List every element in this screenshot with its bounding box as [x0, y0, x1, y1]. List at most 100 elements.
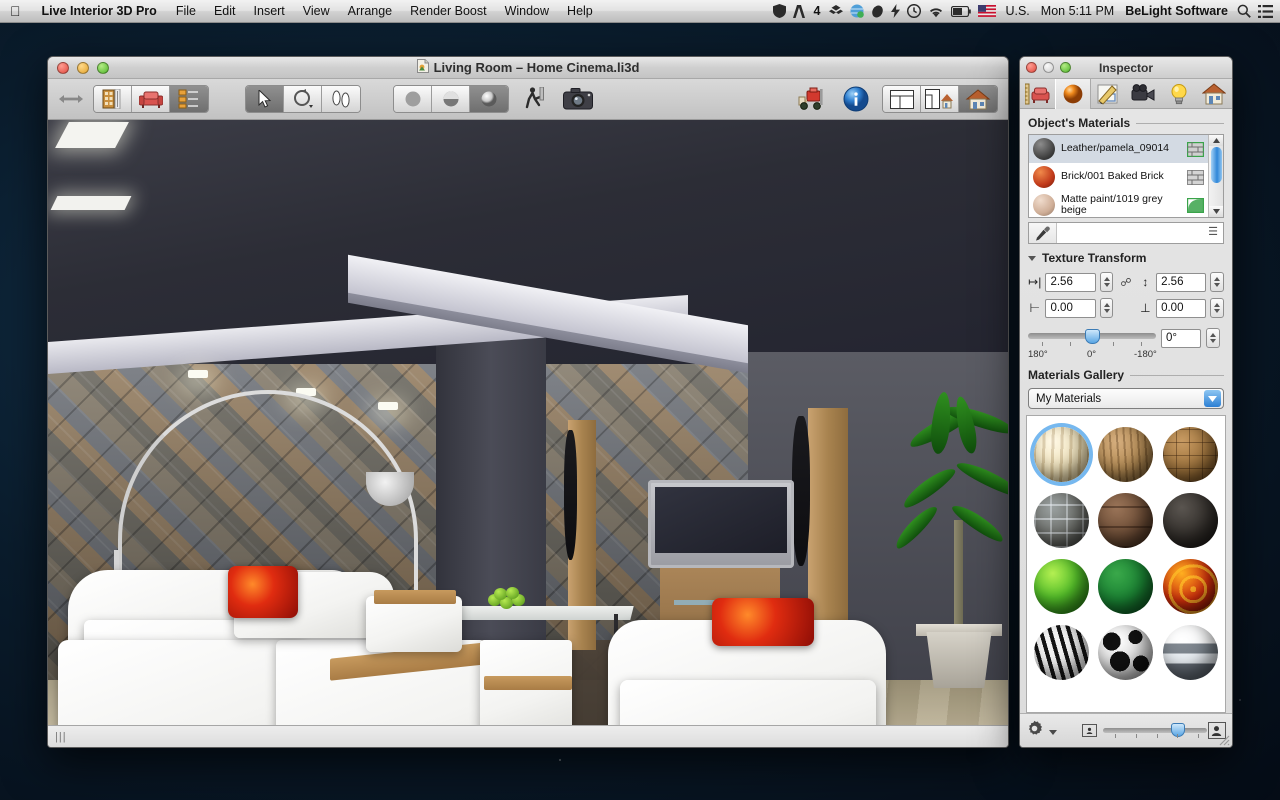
material-list-row[interactable]: Leather/pamela_09014 [1029, 135, 1208, 163]
material-list-row[interactable]: Brick/001 Baked Brick [1029, 163, 1208, 191]
texture-transform-header[interactable]: Texture Transform [1020, 244, 1232, 269]
menu-item-edit[interactable]: Edit [205, 4, 245, 18]
wifi-icon[interactable] [928, 5, 944, 18]
texture-height-input[interactable]: 2.56 [1156, 272, 1207, 292]
scrollbar-thumb[interactable] [1211, 147, 1222, 183]
texture-offset-x-input[interactable]: 0.00 [1045, 298, 1096, 318]
time-machine-icon[interactable] [907, 4, 922, 18]
texture-rotation-input[interactable]: 0° [1161, 328, 1201, 348]
texture-height-stepper[interactable] [1210, 272, 1224, 292]
menu-item-file[interactable]: File [167, 4, 205, 18]
view-split-view-button[interactable] [921, 86, 959, 112]
material-eyedropper-bar[interactable]: ☰ [1028, 222, 1224, 244]
gallery-swatch-oak-wood[interactable] [1098, 425, 1155, 483]
disclosure-triangle-down[interactable] [1028, 255, 1036, 261]
forklift-export-icon[interactable] [796, 84, 830, 114]
scroll-up-arrow[interactable] [1209, 135, 1223, 146]
chevron-down-icon[interactable] [1204, 390, 1221, 407]
tool-walk-button[interactable] [322, 86, 360, 112]
sync-globe-icon[interactable] [850, 4, 865, 18]
info-button-icon[interactable] [839, 84, 873, 114]
menu-item-view[interactable]: View [294, 4, 339, 18]
view-3d-button[interactable] [959, 86, 997, 112]
flash-icon[interactable] [891, 4, 901, 18]
gallery-swatch-parquet-wood[interactable] [1162, 425, 1219, 483]
tab-building[interactable] [1197, 79, 1232, 109]
materials-list-scrollbar[interactable] [1208, 135, 1223, 217]
library-furniture-button[interactable] [132, 86, 170, 112]
notification-list-icon[interactable] [1258, 4, 1273, 18]
apple-logo-icon[interactable]:  [0, 4, 32, 18]
gear-options-icon[interactable] [1026, 720, 1043, 742]
options-lines-icon[interactable]: ☰ [1208, 227, 1223, 238]
materials-gallery-grid[interactable] [1026, 415, 1226, 713]
tool-orbit-button[interactable] [284, 86, 322, 112]
input-source-label[interactable]: U.S. [1003, 4, 1031, 18]
texture-rotation-stepper[interactable] [1206, 328, 1220, 348]
menu-item-arrange[interactable]: Arrange [339, 4, 401, 18]
gallery-swatch-light-wood[interactable] [1033, 425, 1090, 483]
tab-drawing[interactable] [1091, 79, 1126, 109]
texture-offset-y-input[interactable]: 0.00 [1156, 298, 1207, 318]
thumbnail-size-slider[interactable] [1102, 722, 1207, 740]
gallery-swatch-leather-brown[interactable] [1098, 491, 1155, 549]
resize-arrows-icon[interactable] [58, 87, 84, 111]
battery-icon[interactable] [951, 5, 972, 17]
menu-app-name[interactable]: Live Interior 3D Pro [32, 4, 167, 18]
inspector-titlebar[interactable]: Inspector [1020, 57, 1232, 79]
viewport-3d-render[interactable] [48, 120, 1008, 725]
texture-offset-y-stepper[interactable] [1210, 298, 1224, 318]
leaf-icon[interactable] [871, 5, 884, 18]
materials-library-dropdown[interactable]: My Materials [1028, 388, 1224, 409]
library-building-button[interactable] [94, 86, 132, 112]
drag-grip-icon[interactable]: ||| [55, 731, 67, 743]
us-flag-icon[interactable] [978, 5, 997, 17]
gallery-swatch-stone-wall[interactable] [1033, 491, 1090, 549]
search-icon[interactable] [1237, 4, 1251, 18]
chevron-down-icon[interactable] [1049, 722, 1057, 740]
menu-item-window[interactable]: Window [496, 4, 558, 18]
gallery-swatch-zebra-print[interactable] [1033, 623, 1090, 681]
texture-brick-icon[interactable] [1186, 141, 1205, 157]
material-list-row[interactable]: Matte paint/1019 grey beige [1029, 191, 1208, 217]
menu-item-insert[interactable]: Insert [245, 4, 294, 18]
render-phong-button[interactable] [470, 86, 508, 112]
user-name[interactable]: BeLight Software [1123, 4, 1230, 18]
tab-materials[interactable] [1055, 78, 1091, 109]
airplay-icon[interactable] [792, 4, 805, 18]
object-materials-list[interactable]: Leather/pamela_09014 Brick/001 Baked Bri… [1028, 134, 1224, 218]
gallery-swatch-dark-green[interactable] [1098, 557, 1155, 615]
tab-camera[interactable] [1126, 79, 1161, 109]
menu-item-render-boost[interactable]: Render Boost [401, 4, 495, 18]
camera-icon[interactable] [561, 84, 595, 114]
gallery-swatch-cow-print[interactable] [1098, 623, 1155, 681]
clock[interactable]: Mon 5:11 PM [1039, 4, 1116, 18]
menu-item-help[interactable]: Help [558, 4, 602, 18]
window-titlebar[interactable]: Living Room – Home Cinema.li3d [48, 57, 1008, 79]
dropbox-icon[interactable] [829, 4, 844, 18]
texture-offset-x-stepper[interactable] [1099, 298, 1114, 318]
link-chain-icon[interactable]: ☍ [1117, 276, 1134, 289]
gallery-swatch-dark-asphalt[interactable] [1162, 491, 1219, 549]
gallery-swatch-fire-lava[interactable] [1162, 557, 1219, 615]
eyedropper-icon[interactable] [1029, 223, 1057, 243]
shield-icon[interactable] [772, 4, 786, 18]
scroll-down-arrow[interactable] [1209, 206, 1223, 217]
walking-person-icon[interactable] [518, 84, 552, 114]
view-2d-plan-button[interactable] [883, 86, 921, 112]
tool-select-button[interactable] [246, 86, 284, 112]
tab-object[interactable] [1020, 79, 1055, 109]
texture-paint-icon[interactable] [1186, 197, 1205, 213]
library-inspector-button[interactable] [170, 86, 208, 112]
render-gouraud-button[interactable] [432, 86, 470, 112]
slider-knob[interactable] [1085, 329, 1100, 344]
slider-knob[interactable] [1170, 722, 1185, 737]
resize-grip-icon[interactable] [1216, 732, 1230, 746]
small-thumbnail-icon[interactable] [1082, 724, 1097, 737]
texture-width-input[interactable]: 2.56 [1045, 272, 1096, 292]
gallery-swatch-green-glossy[interactable] [1033, 557, 1090, 615]
tab-light[interactable] [1161, 79, 1196, 109]
render-flat-button[interactable] [394, 86, 432, 112]
texture-brick-icon[interactable] [1187, 169, 1204, 185]
gallery-swatch-chrome-metal[interactable] [1162, 623, 1219, 681]
